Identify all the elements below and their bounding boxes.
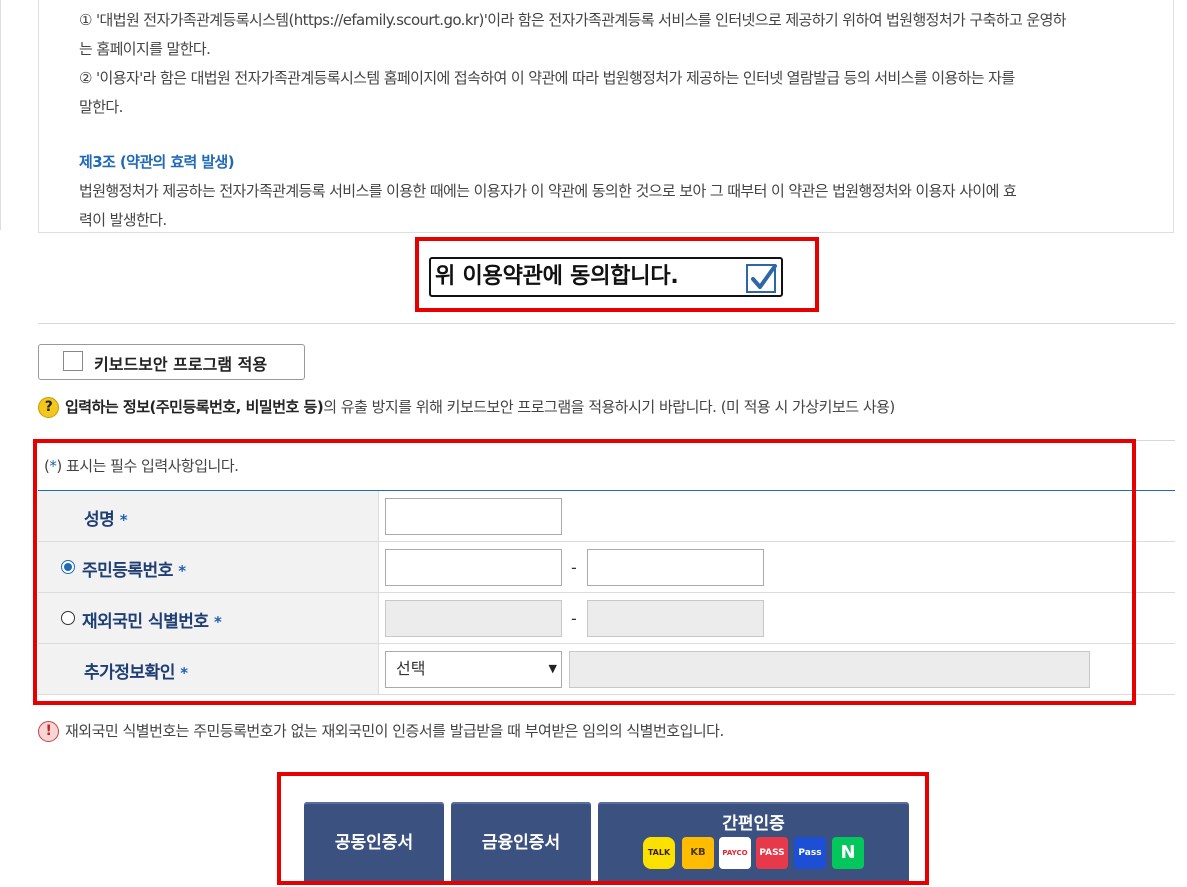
- terms-line: 말한다.: [79, 98, 123, 116]
- checkmark-icon: [751, 264, 777, 289]
- terms-line: 는 홈페이지를 말한다.: [79, 40, 211, 58]
- overseas-notice: ! 재외국민 식별번호는 주민등록번호가 없는 재외국민이 인증서를 발급받을 때…: [38, 720, 724, 742]
- agree-checkbox[interactable]: [746, 264, 777, 293]
- exclamation-icon: !: [38, 721, 59, 742]
- form-highlight: [33, 439, 1136, 705]
- keyboard-security-label: 키보드보안 프로그램 적용: [94, 355, 268, 374]
- keyboard-notice-text: 의 유출 방지를 위해 키보드보안 프로그램을 적용하시기 바랍니다. (미 적…: [323, 398, 895, 416]
- keyboard-notice-bold: 입력하는 정보(주민등록번호, 비밀번호 등): [65, 398, 324, 416]
- question-icon: ?: [38, 397, 59, 418]
- agree-terms-label: 위 이용약관에 동의합니다.: [435, 264, 679, 289]
- article-title: 제3조 (약관의 효력 발생): [79, 153, 235, 171]
- terms-line: 법원행정처가 제공하는 전자가족관계등록 서비스를 이용한 때에는 이용자가 이…: [79, 182, 1017, 200]
- keyboard-notice: ? 입력하는 정보(주민등록번호, 비밀번호 등)의 유출 방지를 위해 키보드보…: [38, 396, 895, 418]
- terms-content[interactable]: ① '대법원 전자가족관계등록시스템(https://efamily.scour…: [38, 0, 1174, 233]
- auth-highlight: [277, 772, 929, 885]
- keyboard-security-checkbox[interactable]: [63, 351, 83, 371]
- keyboard-security-toggle[interactable]: 키보드보안 프로그램 적용: [38, 344, 305, 380]
- agree-terms-control[interactable]: 위 이용약관에 동의합니다.: [429, 257, 783, 297]
- left-edge-line: [0, 0, 1, 230]
- terms-line: ② '이용자'라 함은 대법원 전자가족관계등록시스템 홈페이지에 접속하여 이…: [79, 69, 1015, 87]
- terms-line: 력이 발생한다.: [79, 211, 167, 229]
- terms-line: ① '대법원 전자가족관계등록시스템(https://efamily.scour…: [79, 11, 1067, 29]
- overseas-notice-text: 재외국민 식별번호는 주민등록번호가 없는 재외국민이 인증서를 발급받을 때 …: [65, 722, 724, 740]
- divider: [38, 323, 1175, 324]
